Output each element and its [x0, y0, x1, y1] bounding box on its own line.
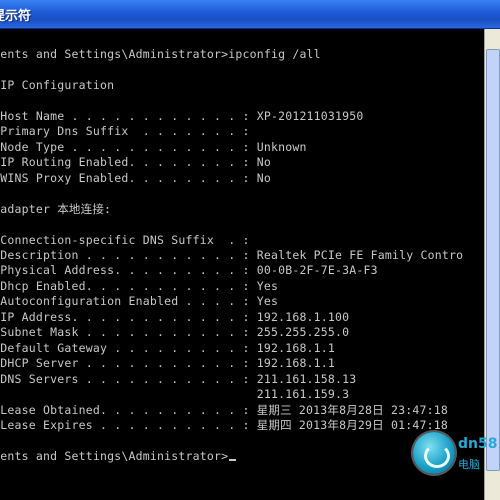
console-line: Autoconfiguration Enabled . . . . : Yes	[0, 294, 279, 308]
console-line: Node Type . . . . . . . . . . . . : Unkn…	[0, 140, 307, 154]
console-line: IP Routing Enabled. . . . . . . . : No	[0, 155, 271, 169]
text-cursor	[229, 459, 237, 461]
console-line: t adapter 本地连接:	[0, 202, 112, 216]
console-line: DHCP Server . . . . . . . . . . . : 192.…	[0, 356, 336, 370]
window-titlebar[interactable]: 提示符	[0, 0, 500, 29]
console-line: Description . . . . . . . . . . . : Real…	[0, 248, 464, 262]
console-line: DNS Servers . . . . . . . . . . . : 211.…	[0, 372, 357, 386]
console-prompt: uments and Settings\Administrator>	[0, 449, 229, 463]
console-line: s IP Configuration	[0, 78, 115, 92]
console-line: 211.161.159.3	[0, 387, 350, 401]
console-line: WINS Proxy Enabled. . . . . . . . : No	[0, 171, 271, 185]
console-line: uments and Settings\Administrator>ipconf…	[0, 47, 321, 61]
console-line: Default Gateway . . . . . . . . . : 192.…	[0, 341, 336, 355]
console-line: Physical Address. . . . . . . . . : 00-0…	[0, 263, 378, 277]
console-line: Subnet Mask . . . . . . . . . . . : 255.…	[0, 325, 350, 339]
console-line: Connection-specific DNS Suffix . :	[0, 233, 250, 247]
console-prompt-line[interactable]: uments and Settings\Administrator>	[0, 449, 237, 464]
scrollbar-thumb[interactable]	[486, 49, 500, 471]
console-output[interactable]: uments and Settings\Administrator>ipconf…	[0, 29, 485, 500]
vertical-scrollbar[interactable]	[484, 29, 500, 500]
watermark-brand: dn58	[458, 436, 498, 452]
console-line: Lease Obtained. . . . . . . . . . : 星期三 …	[0, 403, 448, 417]
watermark-subtitle: 电脑	[458, 458, 480, 471]
command-prompt-window: 提示符 uments and Settings\Administrator>ip…	[0, 0, 500, 500]
console-line: Host Name . . . . . . . . . . . . : XP-2…	[0, 109, 364, 123]
console-line: Primary Dns Suffix . . . . . . . :	[0, 124, 250, 138]
site-logo-icon	[413, 432, 455, 474]
console-line: Dhcp Enabled. . . . . . . . . . . : Yes	[0, 279, 279, 293]
console-line: IP Address. . . . . . . . . . . . : 192.…	[0, 310, 350, 324]
window-title: 提示符	[0, 9, 32, 24]
console-line: Lease Expires . . . . . . . . . . : 星期四 …	[0, 418, 448, 432]
